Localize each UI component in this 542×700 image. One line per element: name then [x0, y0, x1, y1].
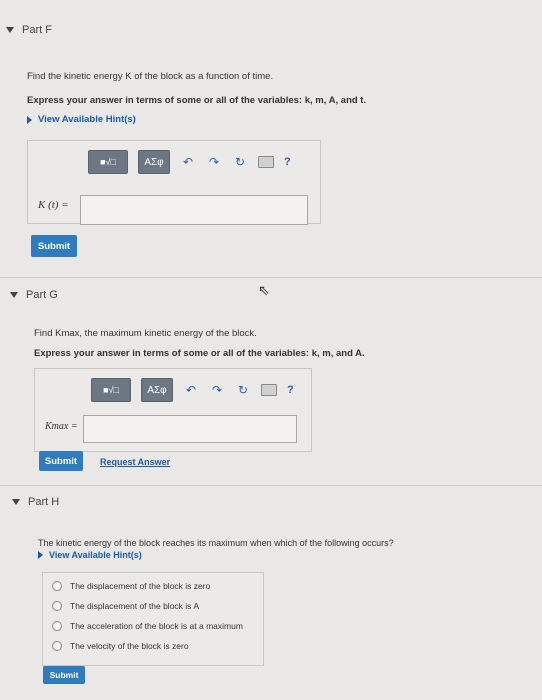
- option-label: The acceleration of the block is at a ma…: [70, 621, 243, 631]
- hint-link-label: View Available Hint(s): [49, 550, 142, 560]
- part-h-title: Part H: [28, 496, 60, 508]
- option-row[interactable]: The acceleration of the block is at a ma…: [52, 621, 243, 631]
- radio-button[interactable]: [52, 641, 62, 651]
- reset-icon[interactable]: ↻: [232, 155, 248, 169]
- redo-icon[interactable]: ↷: [209, 383, 225, 397]
- request-answer-link[interactable]: Request Answer: [100, 457, 170, 467]
- part-h-hint-link[interactable]: View Available Hint(s): [38, 550, 142, 560]
- part-f-answer-input[interactable]: [80, 195, 308, 225]
- collapse-triangle-icon: [6, 27, 14, 33]
- part-f-question: Find the kinetic energy K of the block a…: [27, 71, 274, 82]
- part-h-submit-button[interactable]: Submit: [43, 666, 85, 684]
- math-toolbar: ■√□ ΑΣφ ↶ ↷ ↻ ?: [88, 150, 291, 174]
- part-h-header[interactable]: Part H: [12, 496, 59, 508]
- help-icon[interactable]: ?: [287, 384, 294, 396]
- math-toolbar: ■√□ ΑΣφ ↶ ↷ ↻ ?: [91, 378, 294, 402]
- collapse-triangle-icon: [12, 499, 20, 505]
- part-h-question: The kinetic energy of the block reaches …: [38, 538, 394, 548]
- divider: [0, 277, 542, 278]
- part-g-question: Find Kmax, the maximum kinetic energy of…: [34, 328, 257, 339]
- part-g-submit-button[interactable]: Submit: [39, 451, 83, 471]
- option-row[interactable]: The displacement of the block is A: [52, 601, 199, 611]
- part-g-answer-box: ■√□ ΑΣφ ↶ ↷ ↻ ? Kmax =: [34, 368, 312, 452]
- part-g-instruction: Express your answer in terms of some or …: [34, 348, 365, 359]
- radio-button[interactable]: [52, 581, 62, 591]
- keyboard-icon[interactable]: [258, 156, 274, 168]
- expand-triangle-icon: [27, 115, 32, 124]
- part-g-answer-input[interactable]: [83, 415, 297, 443]
- templates-button[interactable]: ■√□: [88, 150, 128, 174]
- expand-triangle-icon: [38, 551, 43, 559]
- part-g-title: Part G: [26, 289, 58, 301]
- greek-button[interactable]: ΑΣφ: [138, 150, 170, 174]
- greek-button[interactable]: ΑΣφ: [141, 378, 173, 402]
- option-label: The displacement of the block is A: [70, 601, 199, 611]
- undo-icon[interactable]: ↶: [180, 155, 196, 169]
- part-g-equation-label: Kmax =: [45, 421, 78, 432]
- keyboard-icon[interactable]: [261, 384, 277, 396]
- part-g-header[interactable]: Part G: [10, 289, 58, 301]
- divider: [0, 485, 542, 486]
- collapse-triangle-icon: [10, 292, 18, 298]
- part-f-equation-label: K (t) =: [38, 199, 69, 211]
- option-row[interactable]: The velocity of the block is zero: [52, 641, 189, 651]
- part-f-answer-box: ■√□ ΑΣφ ↶ ↷ ↻ ? K (t) =: [27, 140, 321, 225]
- part-f-title: Part F: [22, 24, 52, 36]
- reset-icon[interactable]: ↻: [235, 383, 251, 397]
- part-f-instruction: Express your answer in terms of some or …: [27, 95, 367, 106]
- option-label: The displacement of the block is zero: [70, 581, 211, 591]
- part-h-options-box: The displacement of the block is zero Th…: [42, 572, 264, 666]
- radio-button[interactable]: [52, 601, 62, 611]
- radio-button[interactable]: [52, 621, 62, 631]
- part-f-submit-button[interactable]: Submit: [31, 235, 77, 257]
- help-icon[interactable]: ?: [284, 156, 291, 168]
- option-row[interactable]: The displacement of the block is zero: [52, 581, 210, 591]
- hint-link-label: View Available Hint(s): [38, 114, 136, 125]
- part-f-hint-link[interactable]: View Available Hint(s): [27, 114, 136, 125]
- mouse-cursor-icon: ⇖: [258, 282, 270, 298]
- templates-button[interactable]: ■√□: [91, 378, 131, 402]
- option-label: The velocity of the block is zero: [70, 641, 189, 651]
- redo-icon[interactable]: ↷: [206, 155, 222, 169]
- undo-icon[interactable]: ↶: [183, 383, 199, 397]
- part-f-header[interactable]: Part F: [6, 24, 52, 36]
